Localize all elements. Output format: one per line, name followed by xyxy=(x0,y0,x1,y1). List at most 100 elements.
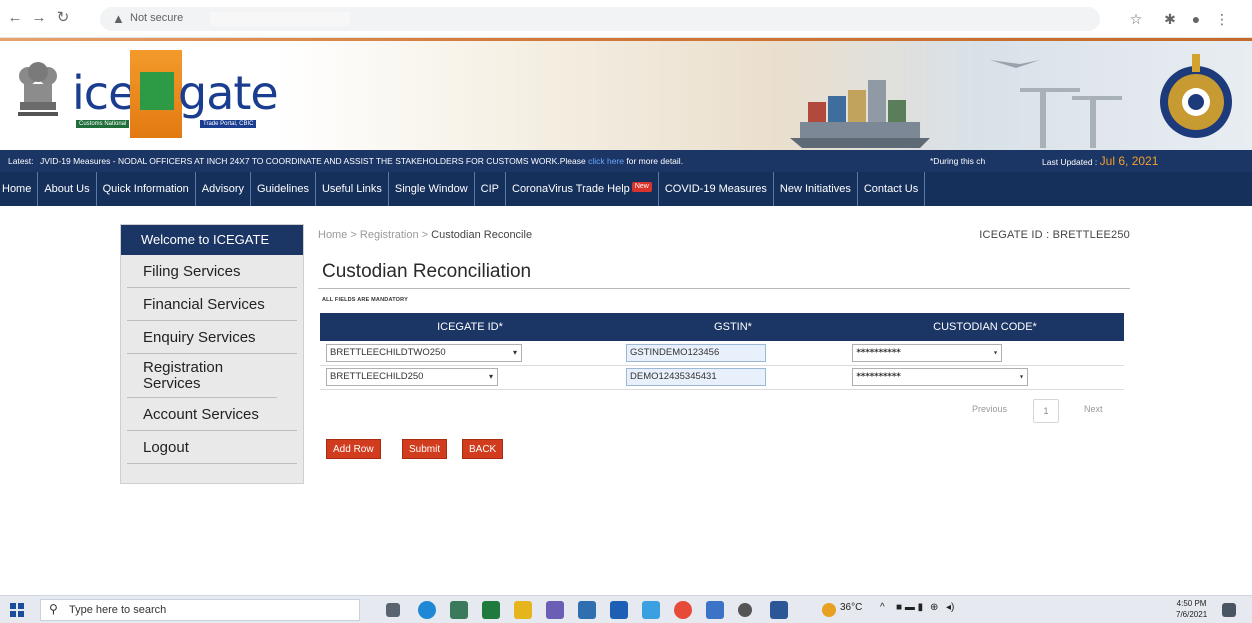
outlook-icon[interactable] xyxy=(610,601,628,619)
custodian-code-cell: ********** ▾ xyxy=(846,341,1124,366)
nav-useful-links[interactable]: Useful Links xyxy=(316,172,389,206)
icegate-id-select[interactable]: BRETTLEECHILDTWO250 ▾ xyxy=(326,343,522,362)
nav-cip[interactable]: CIP xyxy=(475,172,506,206)
sidebar-item-financial-services[interactable]: Financial Services xyxy=(127,288,297,321)
title-divider xyxy=(318,288,1130,289)
ticker-label: Latest: xyxy=(8,156,34,166)
sidebar-item-filing-services[interactable]: Filing Services xyxy=(127,255,297,288)
tray-app-icons[interactable]: ■ ▬ ▮ xyxy=(896,602,923,613)
chevron-down-icon: ▾ xyxy=(1019,372,1024,381)
table-row: BRETTLEECHILDTWO250 ▾ GSTINDEMO123456 ***… xyxy=(320,341,1124,366)
network-icon[interactable]: ⊕ xyxy=(930,602,938,613)
submit-button[interactable]: Submit xyxy=(402,439,448,459)
nav-about-us[interactable]: About Us xyxy=(38,172,97,206)
chrome-icon[interactable] xyxy=(674,601,692,619)
page-title: Custodian Reconciliation xyxy=(322,261,532,282)
table-header-row: ICEGATE ID* GSTIN* CUSTODIAN CODE* xyxy=(320,313,1124,341)
nav-new-initiatives[interactable]: New Initiatives xyxy=(774,172,858,206)
chevron-down-icon: ▾ xyxy=(512,347,517,357)
ticker-during: *During this ch xyxy=(930,156,986,166)
icegate-id-select[interactable]: BRETTLEECHILD250 ▾ xyxy=(326,368,498,386)
gstin-input[interactable]: GSTINDEMO123456 xyxy=(626,343,766,362)
windows-start-icon[interactable] xyxy=(10,603,24,617)
weather-icon[interactable] xyxy=(822,603,836,617)
notifications-icon[interactable] xyxy=(1222,603,1236,617)
star-icon[interactable]: ☆ xyxy=(1126,9,1146,29)
breadcrumb-current: Custodian Reconcile xyxy=(431,229,533,241)
address-bar[interactable]: ▲ Not secure xyxy=(100,7,1100,31)
logo-box xyxy=(130,50,182,138)
search-placeholder: Type here to search xyxy=(69,604,167,616)
pagination-page[interactable]: 1 xyxy=(1033,399,1059,423)
task-view-icon[interactable] xyxy=(386,603,400,617)
pagination-next[interactable]: Next xyxy=(1084,404,1103,414)
back-button[interactable]: BACK xyxy=(462,439,504,459)
nav-coronavirus-trade-help[interactable]: CoronaVirus Trade Help New xyxy=(506,172,659,206)
breadcrumb-home[interactable]: Home xyxy=(318,229,347,241)
nav-quick-information[interactable]: Quick Information xyxy=(97,172,196,206)
ship-port-illustration xyxy=(790,60,1122,148)
people-icon[interactable] xyxy=(578,601,596,619)
volume-icon[interactable]: ◂) xyxy=(946,602,954,613)
url-text[interactable] xyxy=(210,12,350,26)
custodian-code-select[interactable]: ********** ▾ xyxy=(852,343,1002,362)
gstin-cell: GSTINDEMO123456 xyxy=(620,341,846,366)
forward-arrow-icon[interactable]: → xyxy=(30,9,48,27)
icegate-id-cell: BRETTLEECHILDTWO250 ▾ xyxy=(320,341,620,366)
browser-toolbar: ← → ↻ ▲ Not secure ☆ ✱ ● ⋮ xyxy=(0,0,1252,38)
teams-icon[interactable] xyxy=(546,601,564,619)
custodian-table: ICEGATE ID* GSTIN* CUSTODIAN CODE* BRETT… xyxy=(320,313,1124,390)
national-emblem-icon xyxy=(18,62,58,116)
app-icon[interactable] xyxy=(706,601,724,619)
app-icon[interactable] xyxy=(642,601,660,619)
logo-subtitle-right: Trade Portal, CBIC xyxy=(200,120,257,128)
system-clock[interactable]: 4:50 PM 7/6/2021 xyxy=(1176,598,1207,620)
sidebar-item-account-services[interactable]: Account Services xyxy=(127,398,297,431)
gstin-cell: DEMO12435345431 xyxy=(620,365,846,390)
logo-ice-text: ice xyxy=(72,66,136,120)
nav-advisory[interactable]: Advisory xyxy=(196,172,251,206)
logo-subtitle-left: Customs National xyxy=(76,120,130,128)
excel-icon[interactable] xyxy=(482,601,500,619)
nav-guidelines[interactable]: Guidelines xyxy=(251,172,316,206)
sticky-notes-icon[interactable] xyxy=(514,601,532,619)
sidebar-item-logout[interactable]: Logout xyxy=(127,431,297,464)
warning-icon: ▲ xyxy=(112,11,125,26)
column-header-icegate-id: ICEGATE ID* xyxy=(320,313,620,341)
search-icon: ⚲ xyxy=(49,602,58,616)
last-updated: Last Updated : Jul 6, 2021 xyxy=(1042,154,1159,168)
custodian-code-select[interactable]: ********** ▾ xyxy=(852,368,1028,386)
extension-icon[interactable]: ✱ xyxy=(1160,9,1180,29)
menu-dots-icon[interactable]: ⋮ xyxy=(1212,9,1232,29)
icegate-id-cell: BRETTLEECHILD250 ▾ xyxy=(320,365,620,390)
customs-crest-icon xyxy=(1160,54,1232,138)
news-ticker: Latest: JVID-19 Measures - NODAL OFFICER… xyxy=(0,150,1252,172)
nav-home[interactable]: Home xyxy=(0,172,39,206)
nav-contact-us[interactable]: Contact Us xyxy=(858,172,926,206)
nav-covid-measures[interactable]: COVID-19 Measures xyxy=(659,172,774,206)
edge-icon[interactable] xyxy=(418,601,436,619)
reload-icon[interactable]: ↻ xyxy=(54,9,72,27)
taskbar-search[interactable]: ⚲ Type here to search xyxy=(40,599,360,621)
back-arrow-icon[interactable]: ← xyxy=(6,9,24,27)
new-badge: New xyxy=(631,182,652,192)
settings-icon[interactable] xyxy=(738,603,752,617)
word-icon[interactable] xyxy=(770,601,788,619)
icegate-id-display: ICEGATE ID : BRETTLEE250 xyxy=(979,229,1130,241)
add-row-button[interactable]: Add Row xyxy=(326,439,381,459)
nav-single-window[interactable]: Single Window xyxy=(389,172,475,206)
gstin-input[interactable]: DEMO12435345431 xyxy=(626,368,766,386)
sidebar-item-enquiry-services[interactable]: Enquiry Services xyxy=(127,321,297,354)
banner-accent-line xyxy=(0,38,1252,41)
sidebar-heading: Welcome to ICEGATE xyxy=(121,225,303,255)
store-icon[interactable] xyxy=(450,601,468,619)
main-navigation: Home About Us Quick Information Advisory… xyxy=(0,172,1252,206)
windows-taskbar: ⚲ Type here to search 36°C ^ ■ ▬ ▮ ⊕ ◂) … xyxy=(0,595,1252,623)
pagination-previous[interactable]: Previous xyxy=(972,404,1007,414)
chevron-down-icon: ▾ xyxy=(993,347,998,357)
breadcrumb-registration[interactable]: Registration xyxy=(360,229,419,241)
ticker-link[interactable]: click here xyxy=(588,156,624,166)
sidebar-item-registration-services[interactable]: Registration Services xyxy=(127,354,277,398)
tray-chevron-icon[interactable]: ^ xyxy=(880,602,885,613)
profile-icon[interactable]: ● xyxy=(1186,9,1206,29)
